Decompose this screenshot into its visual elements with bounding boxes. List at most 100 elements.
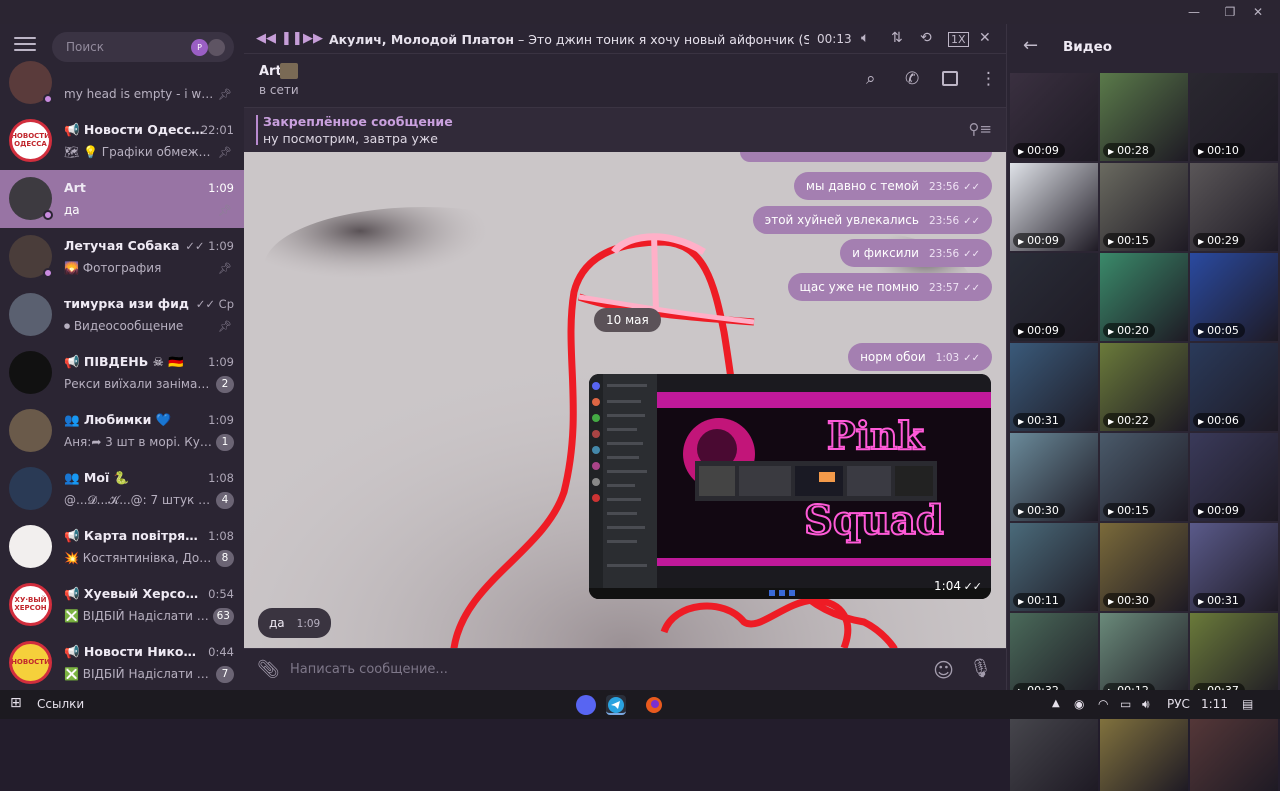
unread-badge: 1 <box>216 434 234 451</box>
sidebar-toggle-icon[interactable] <box>942 71 958 86</box>
chat-item[interactable]: Art 1:09 да 📌︎ <box>0 170 244 228</box>
image-message[interactable]: Pink Squad 1:04 ✓✓ <box>589 374 991 599</box>
video-thumbnail[interactable]: 00:09 <box>1190 433 1278 521</box>
video-thumbnail[interactable]: 00:29 <box>1190 163 1278 251</box>
wifi-icon[interactable]: ◠ <box>1098 697 1108 711</box>
video-thumbnail[interactable]: 00:05 <box>1190 253 1278 341</box>
clock[interactable]: 1:11 <box>1201 697 1228 711</box>
video-thumbnail[interactable]: 00:06 <box>1190 343 1278 431</box>
chat-item[interactable]: 📢 ПІВДЕНЬ ☠ 🇩🇪 1:09 Рекси виїхали занімать… <box>0 344 244 402</box>
video-thumbnail[interactable]: 00:15 <box>1100 433 1188 521</box>
volume-icon[interactable]: 🔈︎ <box>861 30 869 46</box>
microphone-icon[interactable]: 🎙︎ <box>969 658 992 679</box>
chat-avatar <box>9 293 52 336</box>
call-icon[interactable]: ✆ <box>905 69 919 89</box>
firefox-icon[interactable] <box>644 695 664 715</box>
video-thumbnail[interactable]: 00:30 <box>1010 433 1098 521</box>
start-button[interactable]: ⊞ <box>10 695 22 711</box>
chat-preview: Рекси виїхали занімать ... <box>64 377 214 391</box>
chat-time: 22:01 <box>200 123 234 137</box>
language-indicator[interactable]: РУС <box>1167 697 1190 711</box>
notifications-icon[interactable]: ▤ <box>1242 697 1253 711</box>
chat-preview: ❎ ВІДБІЙ Надіслати н... <box>64 609 214 623</box>
video-duration: 00:15 <box>1103 503 1155 518</box>
search-icon[interactable]: ⌕ <box>866 69 876 89</box>
track-title[interactable]: Акулич, Молодой Платон – Это джин тоник … <box>329 32 809 47</box>
pinned-text: ну посмотрим, завтра уже <box>263 131 438 146</box>
message-text: мы давно с темой <box>805 179 919 193</box>
tray-app-icon[interactable]: ◉ <box>1074 697 1084 711</box>
more-options-icon[interactable]: ⋮ <box>980 69 997 89</box>
message-bubble[interactable]: мы давно с темой 23:56 ✓✓ <box>793 172 992 200</box>
video-duration: 00:09 <box>1013 143 1065 158</box>
pin-icon: 📌︎ <box>218 203 232 217</box>
video-thumbnail[interactable]: 00:37 <box>1190 613 1278 701</box>
chat-name-emoji <box>280 63 298 79</box>
next-track-icon[interactable]: ▶▶ <box>303 31 323 46</box>
chat-item[interactable]: 📢 Карта повітряних ... 1:08 💥 Костянтинівк… <box>0 518 244 576</box>
chat-item[interactable]: НОВОСТИ 📢 Новости Николае... 0:44 ❎ ВІДБІЙ … <box>0 634 244 690</box>
chat-preview: my head is empty - i was ... <box>64 87 214 101</box>
video-thumbnail[interactable]: 00:12 <box>1100 613 1188 701</box>
chat-time: ✓✓ 1:09 <box>185 239 234 253</box>
chat-name: 📢 Новости Николае... <box>64 644 204 659</box>
video-thumbnail[interactable]: 00:32 <box>1010 613 1098 701</box>
video-duration: 00:22 <box>1103 413 1155 428</box>
tray-expand-icon[interactable]: ▲ <box>1052 698 1060 709</box>
video-thumbnail[interactable]: 00:28 <box>1100 73 1188 161</box>
message-bubble[interactable]: и фиксили 23:56 ✓✓ <box>840 239 992 267</box>
chat-status: в сети <box>259 83 299 97</box>
pinned-list-icon[interactable]: ⚲≡ <box>968 120 992 138</box>
pause-icon[interactable]: ❚❚ <box>281 31 303 46</box>
battery-icon[interactable]: ▭ <box>1120 697 1131 711</box>
video-thumbnail[interactable]: 00:11 <box>1010 523 1098 611</box>
video-thumbnail[interactable]: 00:31 <box>1010 343 1098 431</box>
chat-preview: @...𝓓...𝓚...@: 7 штук гус... <box>64 493 214 507</box>
online-indicator <box>43 210 53 220</box>
read-checks-icon: ✓✓ <box>963 283 980 294</box>
hamburger-menu-icon[interactable] <box>14 37 36 53</box>
chat-item[interactable]: НОВОСТИ ОДЕССА 📢 Новости Одесса | ...22:0… <box>0 112 244 170</box>
shuffle-order-icon[interactable]: ⇅ <box>891 30 903 46</box>
unread-badge: 4 <box>216 492 234 509</box>
video-duration: 00:09 <box>1013 233 1065 248</box>
chat-item[interactable]: тимурка изи фид ✓✓ Ср ⏺ Видеосообщение 📌︎ <box>0 286 244 344</box>
close-player-icon[interactable]: ✕ <box>979 30 991 46</box>
chat-item[interactable]: Летучая Собака ✓✓ 1:09 🌄 Фотография 📌︎ <box>0 228 244 286</box>
discord-icon[interactable] <box>576 695 596 715</box>
video-thumbnail[interactable]: 00:15 <box>1100 163 1188 251</box>
message-time: 1:03 <box>935 352 960 364</box>
video-thumbnail[interactable]: 00:30 <box>1100 523 1188 611</box>
chat-name[interactable]: Art <box>259 64 282 79</box>
repeat-icon[interactable]: ⟲ <box>920 30 932 46</box>
message-bubble-partial[interactable] <box>740 152 992 162</box>
video-thumbnail[interactable]: 00:09 <box>1010 253 1098 341</box>
volume-tray-icon[interactable]: 🔊︎ <box>1142 697 1150 712</box>
links-toolbar[interactable]: Ссылки <box>37 697 84 711</box>
back-arrow-icon[interactable]: ← <box>1023 35 1038 56</box>
video-thumbnail[interactable]: 00:31 <box>1190 523 1278 611</box>
chat-item[interactable]: 👥 Мої 🐍 1:08 @...𝓓...𝓚...@: 7 штук гус... 4 <box>0 460 244 518</box>
previous-track-icon[interactable]: ◀◀ <box>256 31 276 46</box>
video-duration: 00:06 <box>1193 413 1245 428</box>
message-input[interactable]: Написать сообщение... <box>290 662 448 677</box>
telegram-icon[interactable] <box>606 695 626 715</box>
playback-speed-button[interactable]: 1X <box>948 32 969 47</box>
pinned-message-bar[interactable]: Закреплённое сообщение ну посмотрим, зав… <box>244 107 1006 152</box>
chat-item[interactable]: my head is empty - i was ... 📌︎ <box>0 54 244 112</box>
message-bubble[interactable]: этой хуйней увлекались 23:56 ✓✓ <box>752 206 992 234</box>
message-bubble[interactable]: щас уже не помню 23:57 ✓✓ <box>787 273 992 301</box>
close-window-button[interactable]: ✕ <box>1236 0 1280 24</box>
emoji-icon[interactable]: ☺ <box>933 658 954 682</box>
chat-item[interactable]: 👥 Любимки 💙 1:09 Аня:➦ 3 шт в морі. Курс..… <box>0 402 244 460</box>
video-thumbnail[interactable]: 00:20 <box>1100 253 1188 341</box>
attach-icon[interactable]: 📎︎ <box>257 659 280 680</box>
video-thumbnail[interactable]: 00:09 <box>1010 163 1098 251</box>
video-thumbnail[interactable]: 00:10 <box>1190 73 1278 161</box>
chat-name: 📢 Новости Одесса | ... <box>64 122 204 137</box>
video-thumbnail[interactable]: 00:09 <box>1010 73 1098 161</box>
incoming-message-bubble[interactable]: да 1:09 <box>258 608 332 638</box>
message-bubble[interactable]: норм обои 1:03 ✓✓ <box>848 343 992 371</box>
video-thumbnail[interactable]: 00:22 <box>1100 343 1188 431</box>
chat-item[interactable]: ХУ·ВЫЙ ХЕРСОН 📢 Хуевый Херсон 🇺🇦 0:54 ❎ ВІД… <box>0 576 244 634</box>
